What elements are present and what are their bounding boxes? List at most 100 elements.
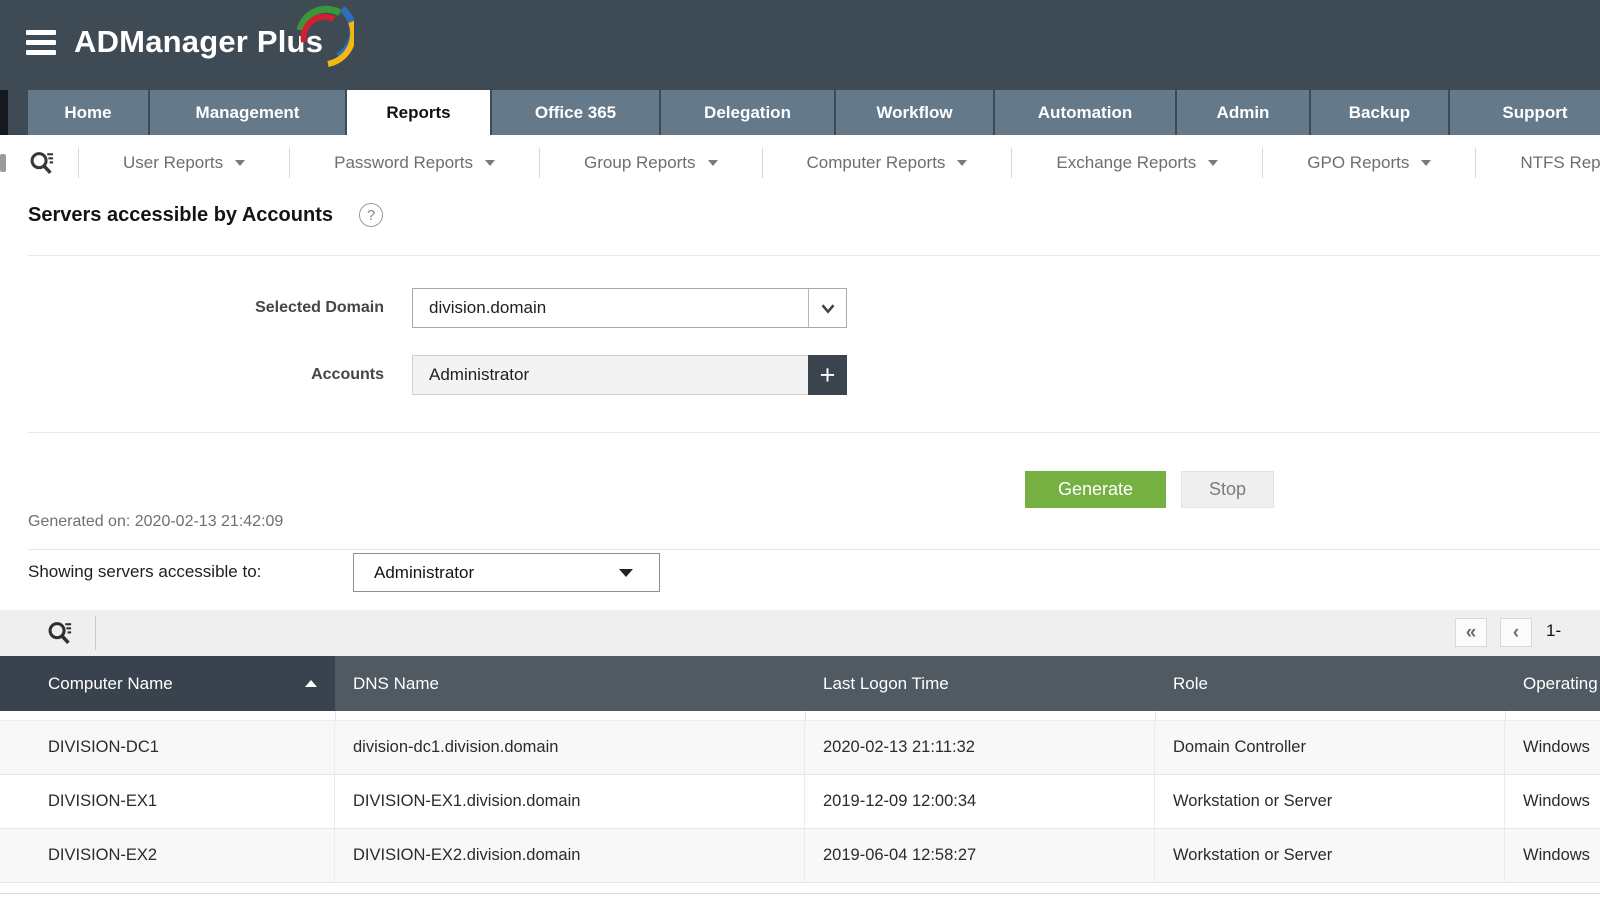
cell-role: Workstation or Server [1155,775,1505,828]
top-header-bar: ADManager Plus [0,0,1600,90]
table-row: DIVISION-EX2 DIVISION-EX2.division.domai… [0,829,1600,883]
column-header-last-logon-time[interactable]: Last Logon Time [805,656,1155,711]
main-navigation-tabs: Home Management Reports Office 365 Deleg… [0,90,1600,135]
cell-dns-name: division-dc1.division.domain [335,721,805,774]
accounts-field[interactable]: Administrator + [412,355,847,395]
pagination-range-text: 1- [1546,621,1561,641]
subnav-label: NTFS Reports [1520,153,1600,173]
subnav-label: Exchange Reports [1056,153,1196,173]
report-search-icon[interactable] [6,149,78,177]
tab-backup[interactable]: Backup [1311,90,1450,135]
selected-domain-label: Selected Domain [0,288,384,328]
showing-account-dropdown[interactable]: Administrator [353,553,660,592]
tab-support[interactable]: Support [1450,90,1600,135]
hamburger-menu-icon[interactable] [26,30,58,58]
chevron-down-icon [957,160,967,166]
divider [95,616,96,650]
divider [1155,711,1156,721]
showing-servers-label: Showing servers accessible to: [28,562,261,582]
subnav-label: User Reports [123,153,223,173]
tab-workflow[interactable]: Workflow [836,90,995,135]
chevron-down-icon [1208,160,1218,166]
subnav-group-reports[interactable]: Group Reports [539,148,762,178]
pagination-previous-button[interactable]: ‹ [1500,618,1532,647]
subnav-exchange-reports[interactable]: Exchange Reports [1011,148,1262,178]
table-filter-strip [0,711,1600,721]
column-label: Computer Name [48,674,173,694]
cell-computer-name: DIVISION-EX2 [0,829,335,882]
column-label: Last Logon Time [823,674,949,694]
accounts-value: Administrator [413,365,808,385]
generated-on-text: Generated on: 2020-02-13 21:42:09 [28,513,283,531]
table-row: DIVISION-EX1 DIVISION-EX1.division.domai… [0,775,1600,829]
title-row: Servers accessible by Accounts ? [28,203,383,227]
cell-role: Workstation or Server [1155,829,1505,882]
column-header-role[interactable]: Role [1155,656,1505,711]
subnav-label: Password Reports [334,153,473,173]
tab-admin[interactable]: Admin [1177,90,1311,135]
chevron-down-icon [1421,160,1431,166]
cell-computer-name: DIVISION-EX1 [0,775,335,828]
cell-operating-system: Windows [1505,775,1600,828]
subnav-computer-reports[interactable]: Computer Reports [762,148,1012,178]
showing-account-value: Administrator [354,563,619,583]
column-header-computer-name[interactable]: Computer Name [0,656,335,711]
cell-last-logon-time: 2019-06-04 12:58:27 [805,829,1155,882]
chevron-down-icon [619,569,633,577]
subnav-user-reports[interactable]: User Reports [78,148,289,178]
cell-role: Domain Controller [1155,721,1505,774]
column-header-dns-name[interactable]: DNS Name [335,656,805,711]
divider [28,255,1600,256]
tab-office-365[interactable]: Office 365 [492,90,661,135]
stop-button[interactable]: Stop [1181,471,1274,508]
subnav-label: Computer Reports [807,153,946,173]
cell-last-logon-time: 2020-02-13 21:11:32 [805,721,1155,774]
subnav-ntfs-reports[interactable]: NTFS Reports [1475,148,1600,178]
cell-operating-system: Windows [1505,721,1600,774]
selected-domain-select[interactable]: division.domain [412,288,847,328]
tab-delegation[interactable]: Delegation [661,90,836,135]
sort-ascending-icon [305,680,317,687]
subnav-gpo-reports[interactable]: GPO Reports [1262,148,1475,178]
table-toolbar: « ‹ 1- [0,610,1600,656]
tab-management[interactable]: Management [150,90,347,135]
table-row: DIVISION-DC1 division-dc1.division.domai… [0,721,1600,775]
tab-automation[interactable]: Automation [995,90,1177,135]
subnav-password-reports[interactable]: Password Reports [289,148,539,178]
accounts-label: Accounts [0,355,384,395]
divider [28,432,1600,433]
logo-swoosh-icon [288,0,354,68]
divider [805,711,806,721]
tab-reports[interactable]: Reports [347,90,492,135]
tab-home[interactable]: Home [28,90,150,135]
cell-dns-name: DIVISION-EX1.division.domain [335,775,805,828]
column-label: Operating System [1523,674,1600,694]
window-edge [0,90,8,135]
divider [28,549,1600,550]
table-search-icon[interactable] [46,619,74,652]
pagination-first-button[interactable]: « [1455,618,1487,647]
divider [0,893,1600,894]
table-header-row: Computer Name DNS Name Last Logon Time R… [0,656,1600,711]
add-account-button[interactable]: + [808,355,847,395]
cell-dns-name: DIVISION-EX2.division.domain [335,829,805,882]
page-title: Servers accessible by Accounts [28,204,333,227]
app-logo: ADManager Plus [74,24,323,60]
reports-category-bar: User Reports Password Reports Group Repo… [0,135,1600,190]
admanager-plus-window: ADManager Plus Home Management Reports O… [0,0,1600,900]
divider [1505,711,1506,721]
column-label: DNS Name [353,674,439,694]
cell-last-logon-time: 2019-12-09 12:00:34 [805,775,1155,828]
generate-button[interactable]: Generate [1025,471,1166,508]
selected-domain-value: division.domain [413,298,808,318]
subnav-label: GPO Reports [1307,153,1409,173]
subnav-label: Group Reports [584,153,696,173]
cell-operating-system: Windows [1505,829,1600,882]
column-header-operating-system[interactable]: Operating System [1505,656,1600,711]
help-icon[interactable]: ? [359,203,383,227]
chevron-down-icon [485,160,495,166]
chevron-down-icon [235,160,245,166]
column-label: Role [1173,674,1208,694]
divider [335,711,336,721]
chevron-down-icon [808,289,846,327]
